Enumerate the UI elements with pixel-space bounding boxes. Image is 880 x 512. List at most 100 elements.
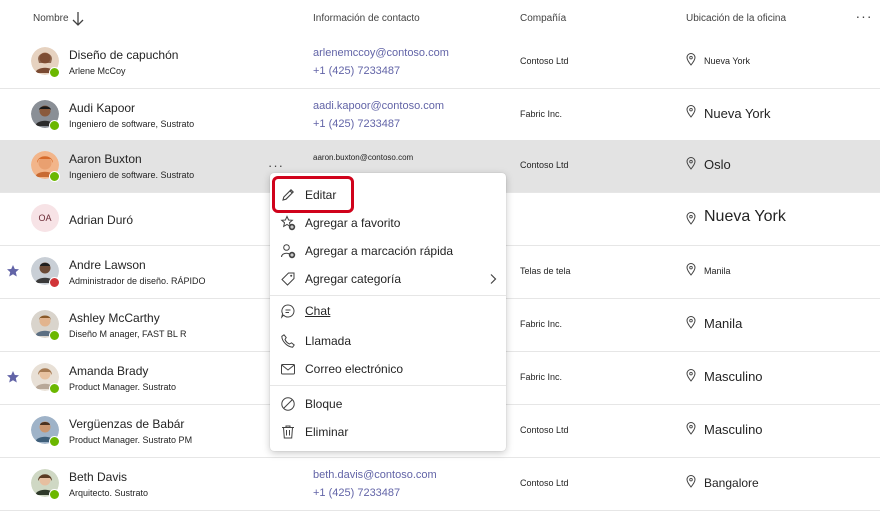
contact-company: Fabric Inc.	[520, 109, 563, 119]
person-add-icon	[281, 244, 296, 259]
contact-name[interactable]: Audi Kapoor	[69, 101, 135, 115]
table-row[interactable]: Beth Davis Arquitecto. Sustrato beth.dav…	[0, 458, 880, 511]
menu-item-email[interactable]: Correo electrónico	[270, 356, 506, 382]
contact-title: Diseño M anager, FAST BL R	[69, 329, 187, 339]
avatar-initials: OA	[31, 204, 59, 232]
menu-divider	[270, 295, 506, 296]
location-pin-icon	[686, 53, 696, 66]
context-menu: Editar Agregar a favorito Agregar a marc…	[270, 173, 506, 451]
contact-company: Contoso Ltd	[520, 56, 569, 66]
tag-icon	[281, 272, 295, 286]
menu-item-label: Llamada	[305, 334, 352, 348]
more-horizontal-icon[interactable]: ···	[852, 8, 876, 28]
presence-available-icon	[49, 436, 60, 447]
menu-item-add-category[interactable]: Agregar categoría	[270, 266, 506, 292]
contact-office: Nueva York	[704, 106, 771, 121]
column-header-name[interactable]: Nombre	[33, 0, 69, 36]
contact-company: Contoso Ltd	[520, 160, 569, 170]
presence-available-icon	[49, 120, 60, 131]
menu-item-label: Agregar a favorito	[305, 216, 401, 230]
star-add-icon	[280, 215, 296, 231]
menu-item-chat[interactable]: Chat	[270, 298, 506, 324]
contact-phone[interactable]: +1 (425) 7233487	[313, 65, 400, 77]
edit-highlight-outline	[272, 176, 354, 213]
contact-office: Masculino	[704, 422, 763, 437]
block-icon	[281, 397, 295, 411]
contact-office: Manila	[704, 316, 743, 331]
contact-phone[interactable]: +1 (425) 7233487	[313, 487, 400, 499]
menu-item-call[interactable]: Llamada	[270, 328, 506, 354]
contact-name[interactable]: Ashley McCarthy	[69, 311, 160, 325]
contact-office: Bangalore	[704, 476, 759, 490]
menu-item-label: Eliminar	[305, 425, 349, 439]
table-row[interactable]: Audi Kapoor Ingeniero de software, Sustr…	[0, 89, 880, 142]
contact-name[interactable]: Beth Davis	[69, 470, 127, 484]
contact-office: Masculino	[704, 369, 763, 384]
chat-icon	[280, 304, 295, 319]
column-header-office[interactable]: Ubicación de la oficina	[686, 0, 786, 36]
menu-item-block[interactable]: Bloque	[270, 391, 506, 417]
contact-name[interactable]: Aaron Buxton	[69, 152, 142, 166]
contact-office: Nueva York	[704, 208, 786, 225]
favorite-star-icon	[7, 371, 19, 383]
favorite-star-icon	[7, 265, 19, 277]
row-more-options-icon[interactable]: ···	[268, 158, 284, 173]
presence-busy-icon	[49, 277, 60, 288]
contact-name[interactable]: Andre Lawson	[69, 258, 146, 272]
contact-title: Arlene McCoy	[69, 66, 126, 76]
menu-item-add-speed-dial[interactable]: Agregar a marcación rápida	[270, 238, 506, 264]
column-header-company[interactable]: Compañía	[520, 0, 566, 36]
contact-company: Contoso Ltd	[520, 478, 569, 488]
contact-phone[interactable]: +1 (425) 7233487	[313, 118, 400, 130]
contact-office: Oslo	[704, 157, 731, 172]
menu-item-label: Correo electrónico	[305, 362, 404, 376]
presence-available-icon	[49, 67, 60, 78]
mail-icon	[281, 364, 295, 375]
location-pin-icon	[686, 157, 696, 170]
table-header: Nombre Información de contacto Compañía …	[0, 0, 880, 37]
phone-icon	[281, 334, 295, 348]
menu-divider	[270, 385, 506, 386]
contact-office: Nueva York	[704, 56, 751, 66]
contact-office: Manila	[704, 266, 731, 276]
presence-available-icon	[49, 383, 60, 394]
location-pin-icon	[686, 316, 696, 329]
contact-email[interactable]: aaron.buxton@contoso.com	[313, 153, 413, 162]
contact-title: Ingeniero de software, Sustrato	[69, 119, 195, 129]
contact-email[interactable]: beth.davis@contoso.com	[313, 469, 437, 481]
chevron-right-icon	[490, 274, 497, 284]
location-pin-icon	[686, 263, 696, 276]
location-pin-icon	[686, 212, 696, 225]
contact-title: Ingeniero de software. Sustrato	[69, 170, 195, 180]
menu-item-delete[interactable]: Eliminar	[270, 419, 506, 445]
menu-item-label: Agregar a marcación rápida	[305, 244, 454, 258]
contact-title: Administrador de diseño. RÁPIDO	[69, 276, 206, 286]
arrow-down-icon[interactable]	[71, 11, 85, 27]
presence-available-icon	[49, 330, 60, 341]
column-header-contact[interactable]: Información de contacto	[313, 0, 420, 36]
location-pin-icon	[686, 105, 696, 118]
contact-company: Telas de tela	[520, 266, 571, 276]
contact-email[interactable]: arlenemccoy@contoso.com	[313, 47, 449, 59]
contact-company: Contoso Ltd	[520, 425, 569, 435]
menu-item-add-favorite[interactable]: Agregar a favorito	[270, 210, 506, 236]
contact-email[interactable]: aadi.kapoor@contoso.com	[313, 100, 444, 112]
location-pin-icon	[686, 369, 696, 382]
contact-name[interactable]: Vergüenzas de Babár	[69, 417, 184, 431]
menu-item-label: Bloque	[305, 397, 343, 411]
location-pin-icon	[686, 475, 696, 488]
trash-icon	[282, 425, 294, 439]
menu-item-label: Agregar categoría	[305, 272, 402, 286]
menu-item-label: Chat	[305, 304, 331, 318]
contact-company: Fabric Inc.	[520, 372, 563, 382]
presence-available-icon	[49, 489, 60, 500]
contact-name[interactable]: Adrian Duró	[69, 213, 133, 227]
contact-title: Product Manager. Sustrato	[69, 382, 177, 392]
contact-name[interactable]: Amanda Brady	[69, 364, 148, 378]
contact-title: Product Manager. Sustrato PM	[69, 435, 193, 445]
presence-available-icon	[49, 171, 60, 182]
table-row[interactable]: Diseño de capuchón Arlene McCoy arlenemc…	[0, 36, 880, 89]
contact-title: Arquitecto. Sustrato	[69, 488, 149, 498]
contact-name[interactable]: Diseño de capuchón	[69, 48, 178, 62]
contact-company: Fabric Inc.	[520, 319, 563, 329]
